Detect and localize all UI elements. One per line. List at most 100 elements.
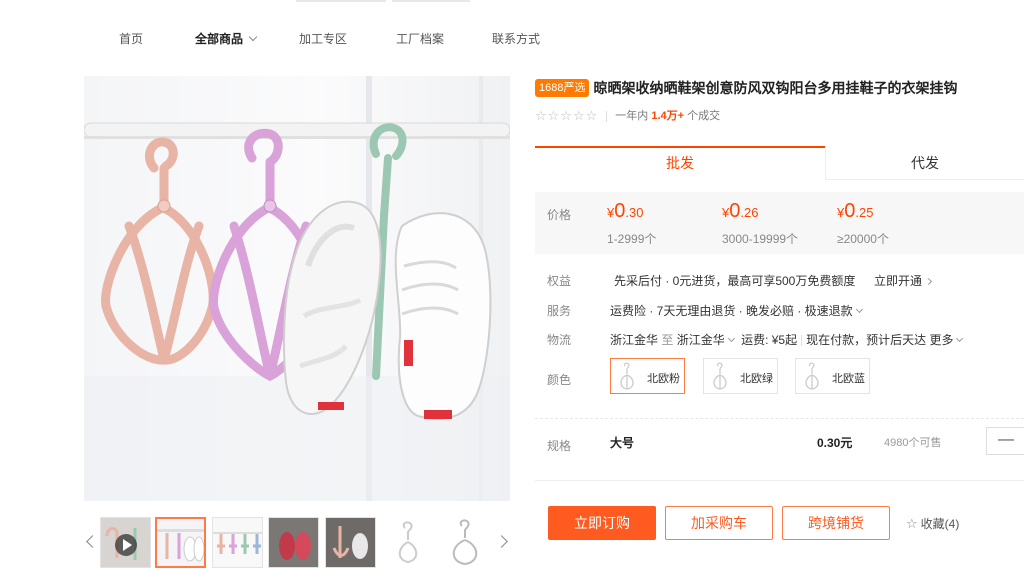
store-nav: 首页 全部商品 加工专区 工厂档案 联系方式 (0, 30, 1024, 50)
chevron-left-icon[interactable] (84, 533, 96, 551)
to-word: 至 (661, 333, 674, 347)
more-logistics[interactable]: 更多 (929, 333, 966, 347)
rating-row: ☆☆☆☆☆ 一年内 1.4万+ 个成交 (535, 107, 720, 123)
sold-count: 1.4万+ (651, 110, 685, 122)
nav-processing[interactable]: 加工专区 (299, 30, 347, 47)
top-tab-stub (296, 0, 386, 2)
logistics-label: 物流 (547, 333, 572, 347)
color-option-label: 北欧绿 (740, 373, 773, 385)
sold-prefix: 一年内 (615, 110, 649, 122)
price-box: 价格 ¥0.30 1-2999个 ¥0.26 3000-19999个 ¥0.25… (535, 192, 1024, 254)
price-tier-1: ¥0.30 (607, 200, 643, 223)
quantity-decrement-button[interactable]: — (986, 427, 1024, 455)
product-photo (84, 76, 510, 501)
tab-dropship[interactable]: 代发 (825, 146, 1024, 180)
color-option-blue[interactable]: 北欧蓝 (795, 358, 870, 394)
nav-contact[interactable]: 联系方式 (492, 30, 540, 47)
ship-from: 浙江金华 (610, 333, 659, 347)
price-label: 价格 (547, 208, 572, 222)
chevron-down-icon (855, 305, 863, 314)
video-thumb-image (101, 518, 150, 567)
shipping-fee: 运费: ¥5起 (741, 333, 798, 347)
activate-label: 立即开通 (874, 274, 923, 288)
thumbnail-hangers-2[interactable] (212, 517, 263, 568)
star-icon: ☆ (906, 516, 918, 531)
benefits-label: 权益 (547, 274, 572, 288)
purchase-mode-tabs: 批发 代发 (535, 146, 1024, 180)
hanger-icon (805, 362, 819, 390)
nav-home[interactable]: 首页 (119, 30, 143, 47)
thumb-image (213, 518, 262, 567)
color-label: 颜色 (547, 373, 572, 387)
main-product-image[interactable] (84, 76, 510, 501)
spec-label: 规格 (547, 439, 572, 453)
price-dec: .25 (855, 205, 874, 220)
thumbnail-video[interactable] (100, 517, 151, 568)
more-label: 更多 (929, 333, 954, 347)
benefits-text: 先采后付 · 0元进货，最高可享500万免费额度 (614, 274, 856, 288)
thumb-image (157, 519, 204, 566)
spec-stock: 4980个可售 (884, 437, 942, 449)
thumb-image (269, 518, 318, 567)
price-tier-2: ¥0.26 (722, 200, 758, 223)
favorite-label: 收藏(4) (920, 517, 960, 531)
nav-all-products-label: 全部商品 (195, 32, 244, 46)
crossborder-button[interactable]: 跨境铺货 (782, 506, 890, 540)
thumbnail-hanger-white[interactable] (382, 517, 433, 568)
chevron-right-icon[interactable] (497, 533, 509, 551)
tab-wholesale[interactable]: 批发 (535, 146, 825, 180)
thumb-image (398, 521, 418, 564)
order-now-button[interactable]: 立即订购 (548, 506, 656, 540)
divider (606, 110, 608, 122)
price-int: 0 (729, 200, 741, 222)
spec-name: 大号 (610, 436, 635, 450)
activate-link[interactable]: 立即开通 (874, 272, 935, 289)
favorite-button[interactable]: ☆ 收藏(4) (906, 515, 959, 532)
chevron-down-icon (727, 334, 735, 343)
service-dropdown[interactable]: 运费险 · 7天无理由退货 · 晚发必赔 · 极速退款 (610, 302, 866, 319)
add-to-cart-button[interactable]: 加采购车 (665, 506, 773, 540)
color-option-green[interactable]: 北欧绿 (703, 358, 778, 394)
ship-to: 浙江金华 (676, 333, 725, 347)
price-range-3: ≥20000个 (837, 232, 889, 246)
chevron-down-icon (248, 32, 258, 42)
section-divider (535, 418, 1024, 419)
thumbnail-shoes-dark[interactable] (325, 517, 376, 568)
service-label: 服务 (547, 304, 572, 318)
sold-suffix: 个成交 (687, 110, 721, 122)
color-option-label: 北欧蓝 (832, 373, 865, 385)
thumb-image (326, 518, 375, 567)
divider (801, 335, 803, 347)
spec-price: 0.30元 (817, 436, 853, 450)
logistics-row: 浙江金华 至 浙江金华 运费: ¥5起 现在付款，预计后天达 更多 (610, 331, 966, 348)
nav-factory[interactable]: 工厂档案 (396, 30, 444, 47)
star-rating-icon: ☆☆☆☆☆ (535, 108, 599, 124)
yanxuan-badge: 1688严选 (535, 79, 590, 97)
thumbnail-red-shoes[interactable] (268, 517, 319, 568)
top-tab-stub (392, 0, 470, 2)
chevron-down-icon (956, 334, 964, 343)
price-int: 0 (614, 200, 626, 222)
thumbnail-strip (84, 515, 510, 571)
price-range-2: 3000-19999个 (722, 232, 799, 246)
thumb-image (452, 519, 478, 566)
delivery-estimate: 现在付款，预计后天达 (806, 333, 927, 347)
color-option-pink[interactable]: 北欧粉 (610, 358, 685, 394)
thumbnail-hangers-1[interactable] (155, 517, 206, 568)
hanger-icon (620, 362, 634, 390)
ship-to-dropdown[interactable]: 浙江金华 (677, 333, 738, 347)
hanger-icon (713, 362, 727, 390)
price-dec: .26 (740, 205, 759, 220)
price-range-1: 1-2999个 (607, 232, 657, 246)
nav-all-products[interactable]: 全部商品 (195, 30, 258, 47)
price-tier-3: ¥0.25 (837, 200, 873, 223)
section-divider (535, 480, 1024, 481)
price-dec: .30 (625, 205, 644, 220)
color-option-label: 北欧粉 (647, 373, 680, 385)
thumbnail-hanger-outline[interactable] (439, 517, 490, 568)
chevron-right-icon (924, 277, 933, 286)
product-title-row: 1688严选 晾晒架收纳晒鞋架创意防风双钩阳台多用挂鞋子的衣架挂钩 (535, 78, 1024, 98)
service-text: 运费险 · 7天无理由退货 · 晚发必赔 · 极速退款 (610, 304, 853, 318)
product-title: 晾晒架收纳晒鞋架创意防风双钩阳台多用挂鞋子的衣架挂钩 (593, 80, 958, 96)
price-int: 0 (844, 200, 856, 222)
